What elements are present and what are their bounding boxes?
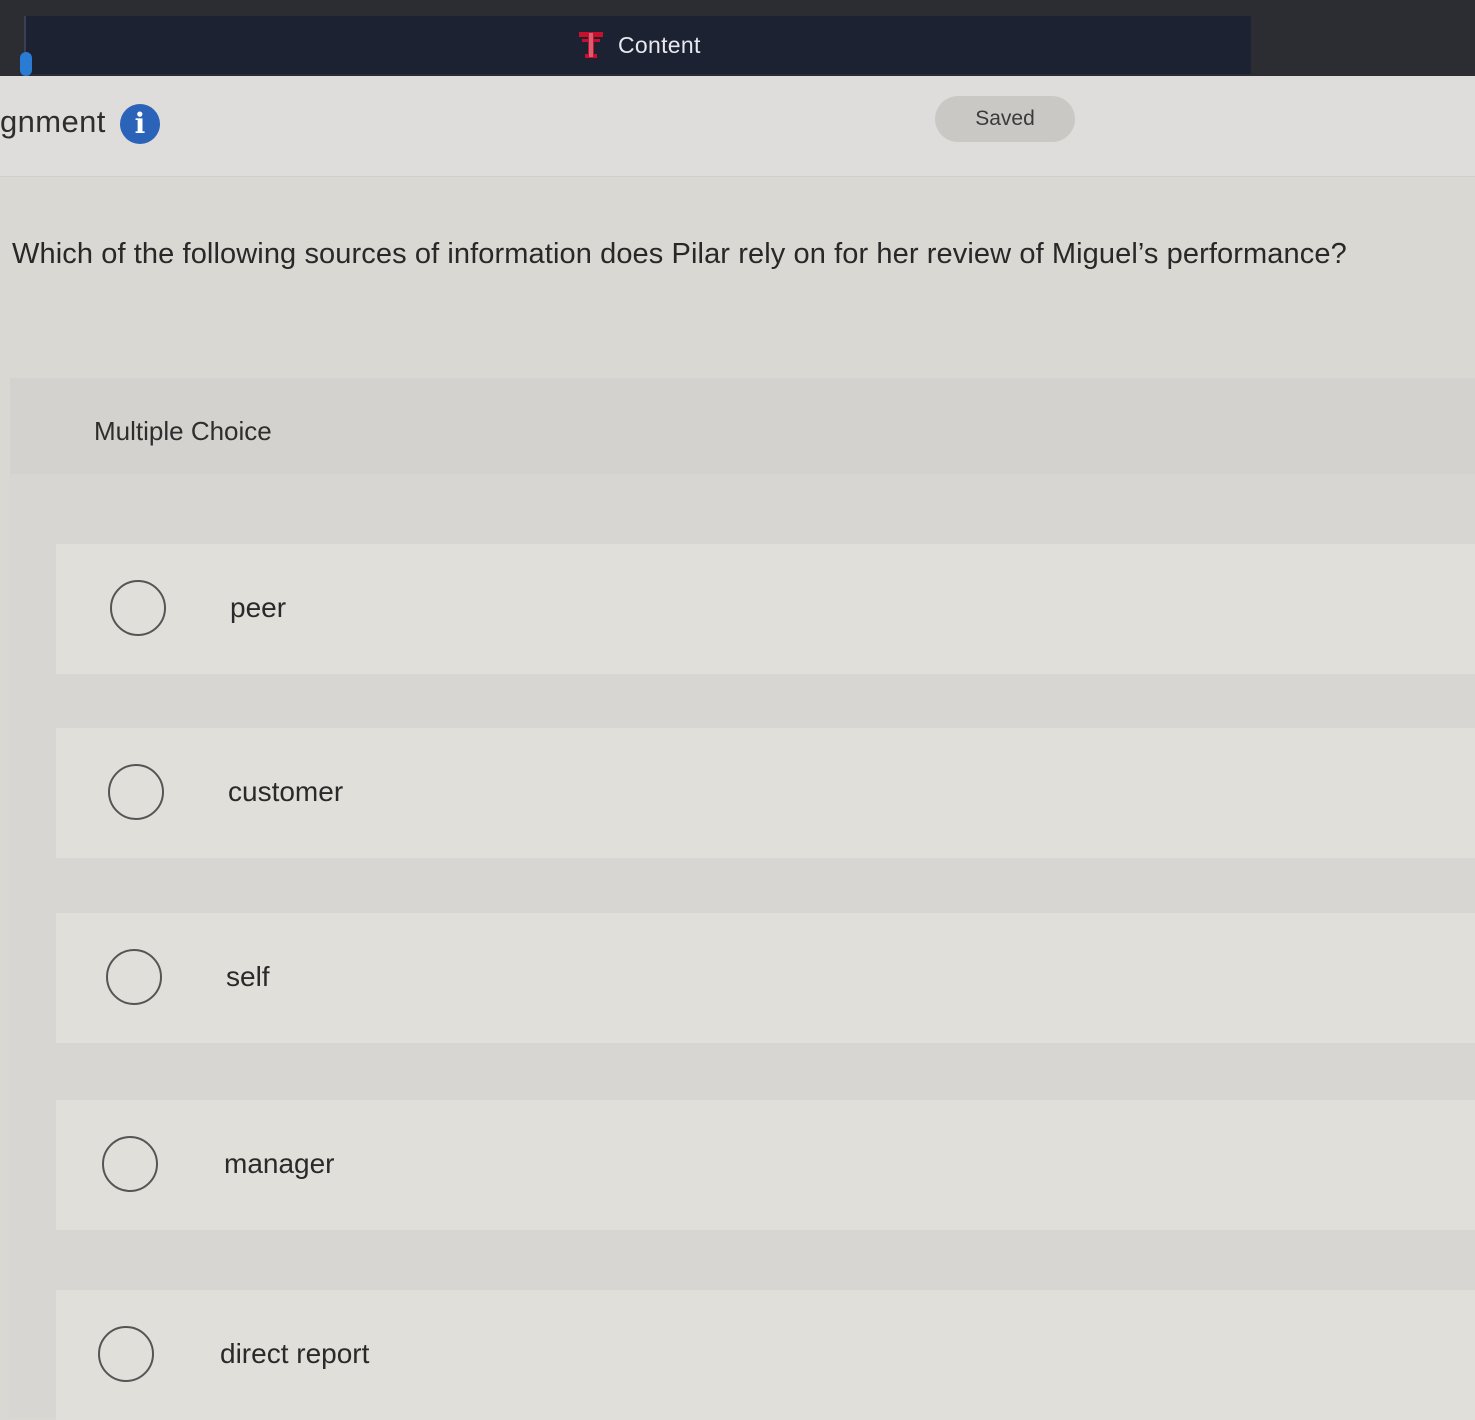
assignment-title: gnment: [0, 104, 106, 139]
answer-option-peer[interactable]: peer: [56, 544, 1475, 674]
option-label: customer: [228, 776, 344, 807]
info-icon[interactable]: i: [120, 104, 160, 144]
question-type-header: Multiple Choice: [10, 378, 1475, 474]
radio-button[interactable]: [102, 1136, 158, 1192]
radio-button[interactable]: [108, 764, 164, 820]
answer-option-self[interactable]: self: [56, 913, 1475, 1043]
radio-button[interactable]: [106, 949, 162, 1005]
answer-option-manager[interactable]: manager: [56, 1100, 1475, 1230]
radio-button[interactable]: [98, 1326, 154, 1382]
answer-option-customer[interactable]: customer: [56, 728, 1475, 858]
answer-option-direct-report[interactable]: direct report: [56, 1290, 1475, 1420]
texas-tech-logo-icon: [579, 32, 603, 58]
radio-button[interactable]: [110, 580, 166, 636]
option-label: self: [226, 961, 270, 992]
option-label: direct report: [220, 1338, 370, 1369]
option-label: peer: [230, 592, 287, 623]
multiple-choice-panel: Multiple Choice peer customer self manag…: [10, 378, 1475, 1420]
question-prompt: Which of the following sources of inform…: [12, 238, 1347, 270]
saved-status-badge: Saved: [935, 96, 1075, 142]
brand: Content: [578, 30, 701, 60]
sidebar-toggle-edge[interactable]: [20, 52, 32, 76]
option-label: manager: [224, 1148, 335, 1179]
assignment-header: gnment i Saved: [0, 76, 1475, 177]
question-type-label: Multiple Choice: [94, 416, 272, 446]
brand-label: Content: [618, 31, 701, 58]
